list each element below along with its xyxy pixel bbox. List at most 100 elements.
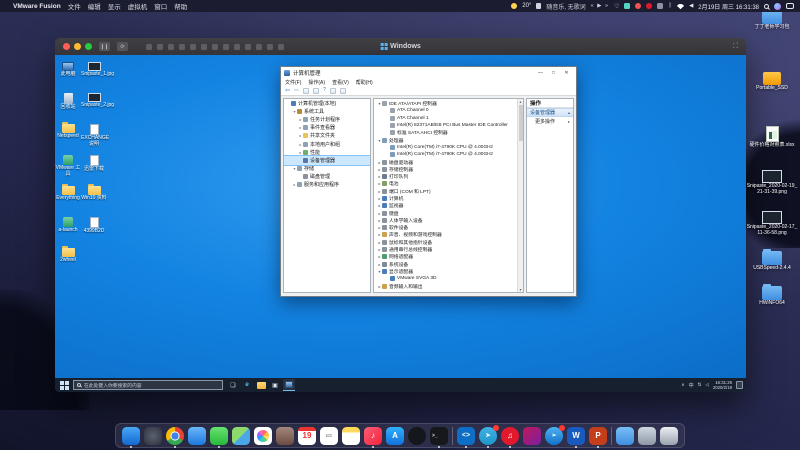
dock-icon-powerpoint[interactable]: P (589, 427, 607, 445)
windows-desktop-icon-app[interactable]: VMware 工具 (55, 155, 81, 177)
dock-icon-reminders[interactable]: ≔ (320, 427, 338, 445)
device-tree-item-13[interactable]: ▸计算机 (374, 195, 523, 202)
device-tree-item-24[interactable]: VMware SVGA 3D (374, 275, 523, 282)
windows-desktop-icon-folder[interactable]: Win10 资料 (81, 186, 107, 202)
close-traffic-light[interactable] (63, 43, 70, 50)
windows-desktop-icon-image[interactable]: Snipaste_1.jpg (81, 62, 107, 78)
macos-desktop-icon-drive[interactable]: Portable_SSD (746, 72, 798, 92)
forward-icon[interactable]: ⇨ (294, 88, 299, 94)
network-icon[interactable] (245, 44, 251, 50)
macos-desktop-icon-folder[interactable]: 丁丁老师学习包 (746, 10, 798, 31)
dock-icon-thunder[interactable]: ➢ (545, 427, 563, 445)
dock-icon-mail[interactable] (188, 427, 206, 445)
swap-icon[interactable] (157, 44, 163, 50)
export-icon[interactable] (303, 88, 309, 94)
device-tree-item-22[interactable]: ▸系统设备 (374, 261, 523, 268)
volume-icon[interactable]: ◀ (689, 3, 693, 9)
clipboard-status-icon[interactable] (536, 3, 541, 9)
keyboard-icon[interactable] (256, 44, 262, 50)
device-tree-item-21[interactable]: ▸网络适配器 (374, 253, 523, 260)
dock-icon-trash[interactable] (660, 427, 678, 445)
taskbar-button-edge[interactable]: e (241, 379, 253, 391)
display-icon[interactable] (179, 44, 185, 50)
console-tree-item-7[interactable]: 设备管理器 (284, 156, 370, 164)
dock-icon-photos[interactable] (254, 427, 272, 445)
ime-indicator[interactable]: 中 (689, 382, 694, 389)
action-center-icon[interactable] (736, 381, 743, 389)
menubar-clock[interactable]: 2月19日 周三 16:31:38 (698, 2, 759, 11)
windows-desktop-icon-folder[interactable]: Netspeed (55, 124, 81, 140)
tray-network-icon[interactable]: ⇅ (698, 382, 702, 388)
windows-desktop-icon-bin[interactable]: 回收站 (55, 93, 81, 111)
console-tree-item-6[interactable]: ▸性能 (284, 148, 370, 156)
cm-titlebar[interactable]: 计算机管理 —□✕ (281, 67, 576, 78)
actions-group-device-manager[interactable]: 设备管理器 ▴ (527, 108, 573, 117)
zoom-traffic-light[interactable] (85, 43, 92, 50)
taskbar-search-box[interactable]: 在此处键入你要搜索的内容 (73, 380, 223, 390)
device-tree-item-14[interactable]: ▸监视器 (374, 202, 523, 209)
properties-icon[interactable] (330, 88, 336, 94)
taskbar-button-file-explorer[interactable] (255, 379, 267, 391)
vm-restart-button[interactable]: ⟳ (117, 42, 128, 51)
close-button[interactable]: ✕ (560, 68, 573, 77)
back-icon[interactable]: ⇦ (285, 88, 290, 94)
window-icon[interactable] (313, 88, 319, 94)
dock-icon-vscode[interactable]: <> (457, 427, 475, 445)
device-tree-item-12[interactable]: ▸端口 (COM 和 LPT) (374, 188, 523, 195)
console-tree-item-4[interactable]: ▸共享文件夹 (284, 132, 370, 140)
dock-icon-launchpad[interactable] (144, 427, 162, 445)
maximize-button[interactable]: □ (547, 68, 560, 77)
device-tree-item-15[interactable]: ▸键盘 (374, 209, 523, 216)
dock-icon-calendar[interactable]: 19 (298, 427, 316, 445)
dock-icon-word[interactable]: W (567, 427, 585, 445)
lock-icon[interactable] (168, 44, 174, 50)
dock-icon-terminal[interactable]: >_ (430, 427, 448, 445)
dock-icon-telegram[interactable]: ➤ (479, 427, 497, 445)
bluetooth-icon[interactable]: ᛒ (668, 3, 672, 9)
device-tree-item-2[interactable]: ATA Channel 1 (374, 115, 523, 122)
weather-icon[interactable] (511, 3, 517, 9)
dock-icon-files[interactable] (638, 427, 656, 445)
menubar-menu-2[interactable]: 显示 (108, 1, 121, 11)
minimize-traffic-light[interactable] (74, 43, 81, 50)
chevron-icon[interactable] (278, 44, 284, 50)
dock-icon-netease-music[interactable]: ♫ (501, 427, 519, 445)
status-icon-red[interactable] (635, 3, 641, 9)
windows-desktop-icon-folder[interactable]: 2wheel (55, 248, 81, 264)
device-tree-item-20[interactable]: ▸通用串行总线控制器 (374, 246, 523, 253)
dock-icon-maps[interactable] (232, 427, 250, 445)
console-tree-item-3[interactable]: ▸事件查看器 (284, 124, 370, 132)
dock-icon-github[interactable] (408, 427, 426, 445)
macos-desktop-icon-folder[interactable]: USBSpeed-2.4.4 (746, 251, 798, 272)
clipboard-icon[interactable] (201, 44, 207, 50)
cm-menu-2[interactable]: 查看(V) (332, 79, 349, 86)
device-tree-item-11[interactable]: ▸电池 (374, 180, 523, 187)
siri-icon[interactable] (774, 3, 781, 10)
vmware-titlebar[interactable]: ❙❙ ⟳ Windows ⛶ (55, 38, 746, 55)
disk-icon[interactable] (234, 44, 240, 50)
windows-desktop-icon-image[interactable]: Snipaste_2.jpg (81, 93, 107, 109)
control-center-icon[interactable] (786, 3, 794, 9)
windows-desktop-icon-doc[interactable]: 迅雷下载 (81, 155, 107, 173)
macos-desktop-icon-image[interactable]: Snipaste_2020-02-19_21-31-39.png (746, 170, 798, 195)
tray-volume-icon[interactable]: ◁ (705, 382, 708, 388)
device-tree-item-4[interactable]: 标准 SATA AHCI 控制器 (374, 129, 523, 136)
vm-pause-button[interactable]: ❙❙ (99, 42, 110, 51)
playback-controls[interactable]: « ▶ » (591, 3, 609, 9)
console-tree-item-1[interactable]: ▾系统工具 (284, 107, 370, 115)
favorite-icon[interactable]: ♡ (614, 3, 619, 10)
display-status-icon[interactable] (657, 3, 663, 9)
menubar-menu-1[interactable]: 编辑 (88, 1, 101, 11)
macos-desktop-icon-image[interactable]: Snipaste_2020-02-17_11-36-58.png (746, 211, 798, 236)
windows-desktop-icon-app[interactable]: a-launch (55, 217, 81, 234)
music-app-icon[interactable] (646, 3, 652, 9)
device-tree-item-9[interactable]: ▸存储控制器 (374, 166, 523, 173)
scroll-down-icon[interactable]: ▾ (519, 287, 521, 292)
menubar-menu-3[interactable]: 虚拟机 (128, 1, 148, 11)
device-tree-item-5[interactable]: ▾处理器 (374, 136, 523, 143)
wrench-icon[interactable] (146, 44, 152, 50)
cm-menu-0[interactable]: 文件(F) (285, 79, 301, 86)
console-tree-item-5[interactable]: ▸本地用户和组 (284, 140, 370, 148)
dock-icon-notes[interactable] (342, 427, 360, 445)
console-tree-item-8[interactable]: ▾存储 (284, 165, 370, 173)
